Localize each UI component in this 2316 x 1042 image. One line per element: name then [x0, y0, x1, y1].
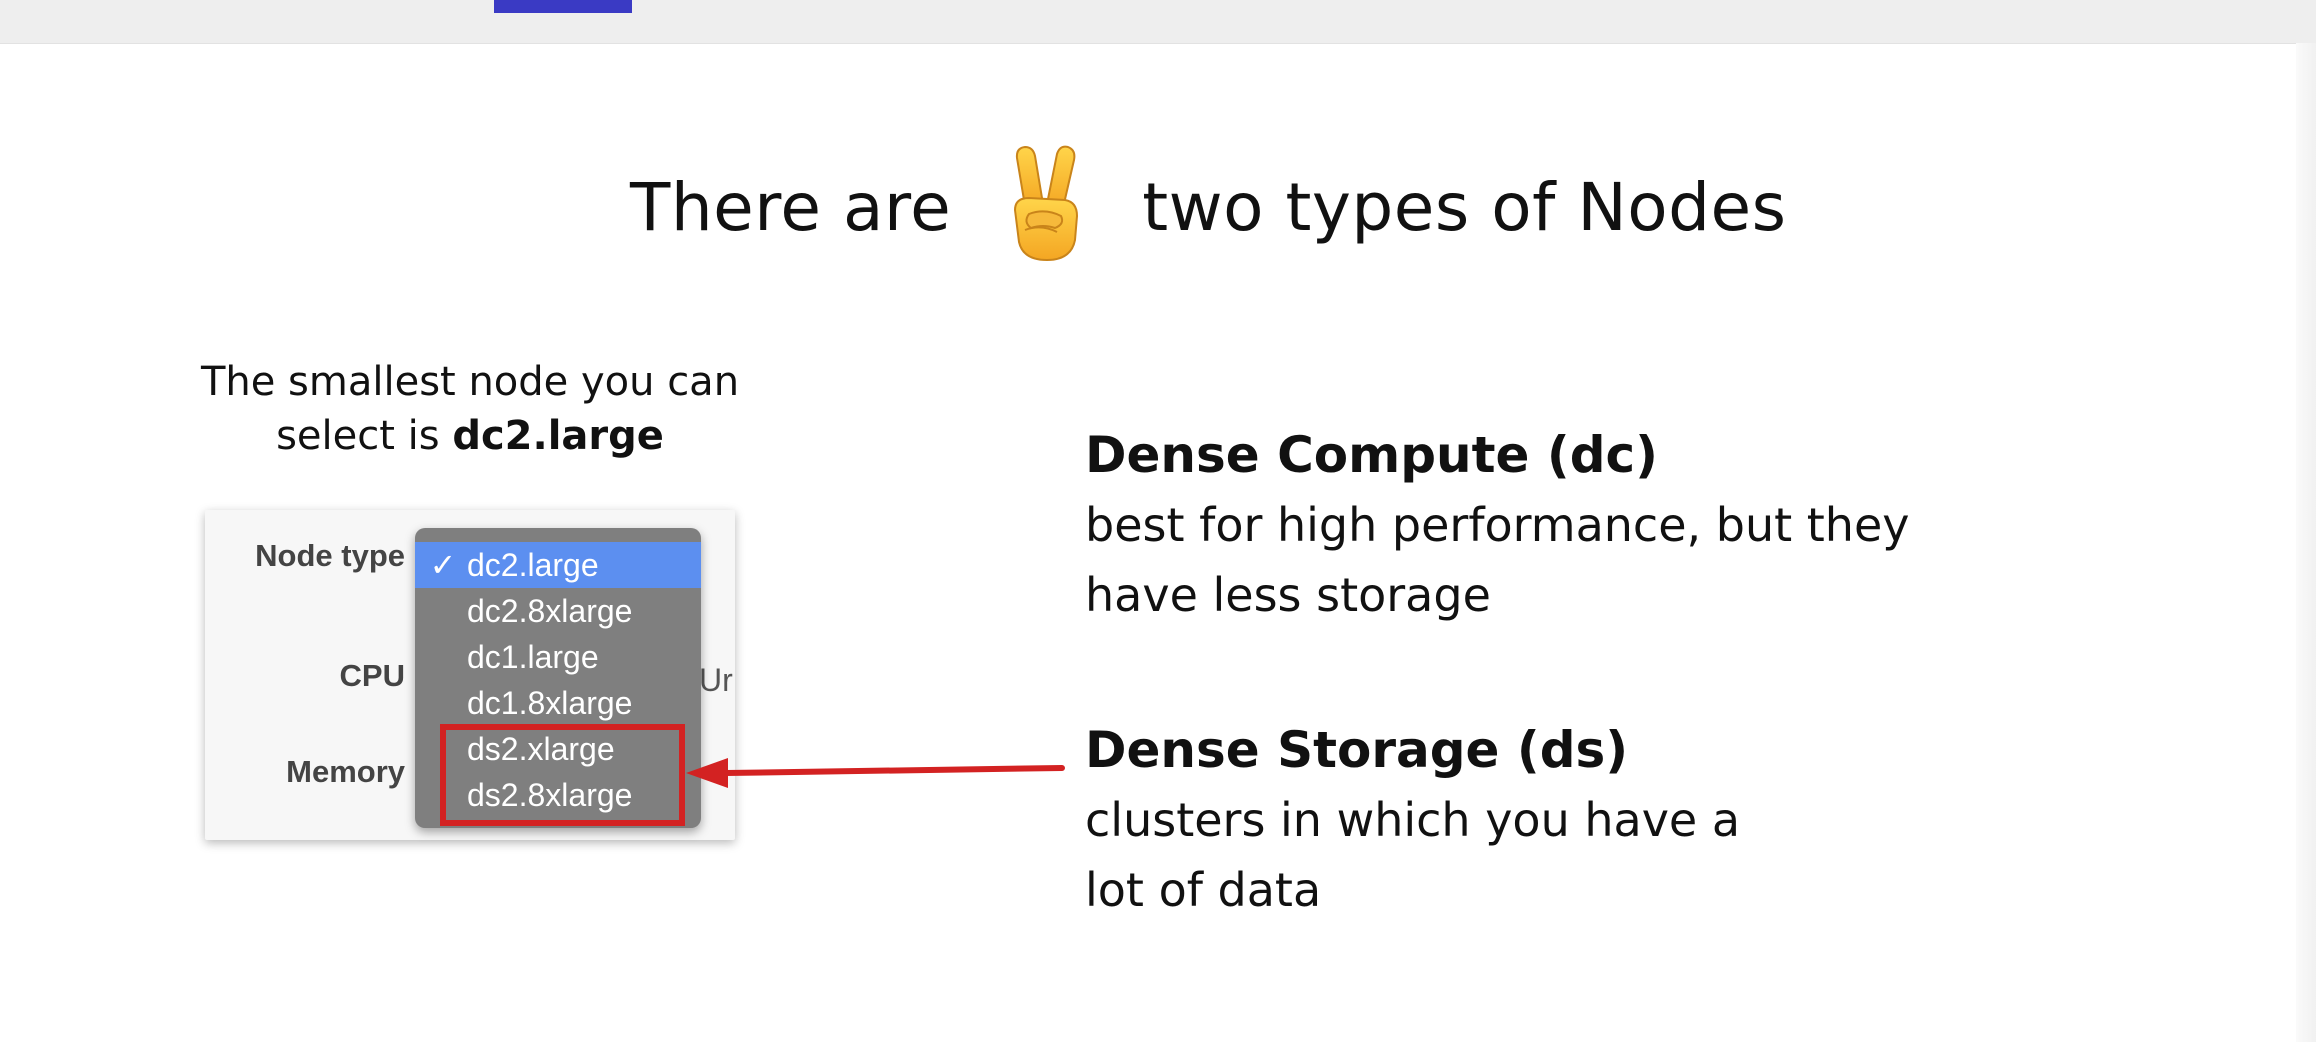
slide-title: There are two types of Nodes — [630, 128, 1786, 288]
dense-storage-heading: Dense Storage (ds) — [1085, 721, 1629, 779]
option-label: dc2.large — [467, 547, 599, 583]
checkmark-icon: ✓ — [429, 547, 457, 583]
memory-label: Memory — [286, 754, 405, 789]
node-type-label: Node type — [255, 538, 405, 573]
arrow-icon — [686, 758, 1065, 788]
option-label: dc1.8xlarge — [467, 685, 633, 721]
node-option-dc1-8xlarge[interactable]: dc1.8xlarge — [415, 680, 701, 726]
dense-storage-description: clusters in which you have a lot of data — [1085, 793, 1741, 917]
caption-node-name: dc2.large — [452, 413, 664, 459]
node-option-dc1-large[interactable]: dc1.large — [415, 634, 701, 680]
node-option-dc2-large[interactable]: ✓ dc2.large — [415, 542, 701, 588]
top-bar — [0, 0, 2316, 44]
cpu-label: CPU — [339, 658, 405, 693]
dense-compute-block: Dense Compute (dc) best for high perform… — [1085, 420, 2235, 630]
slide: There are two types of Nodes The smalles… — [0, 0, 2316, 1042]
dense-storage-highlight-box — [440, 724, 685, 826]
node-config-screenshot: Node type CPU Memory Ur ✓ dc2.large dc2.… — [205, 510, 735, 840]
title-text-after: two types of Nodes — [1142, 169, 1787, 246]
title-text-before: There are — [630, 169, 952, 246]
dense-storage-block: Dense Storage (ds) clusters in which you… — [1085, 715, 2235, 925]
dense-compute-description: best for high performance, but they have… — [1085, 498, 1910, 622]
smallest-node-caption: The smallest node you can select is dc2.… — [180, 355, 760, 463]
option-label: dc1.large — [467, 639, 599, 675]
node-option-dc2-8xlarge[interactable]: dc2.8xlarge — [415, 588, 701, 634]
slide-edge-shadow — [2296, 43, 2316, 1042]
dense-compute-heading: Dense Compute (dc) — [1085, 426, 1658, 484]
victory-hand-icon — [995, 144, 1095, 264]
top-accent-bar — [494, 0, 632, 13]
cpu-value-partial: Ur — [699, 662, 733, 698]
option-label: dc2.8xlarge — [467, 593, 633, 629]
